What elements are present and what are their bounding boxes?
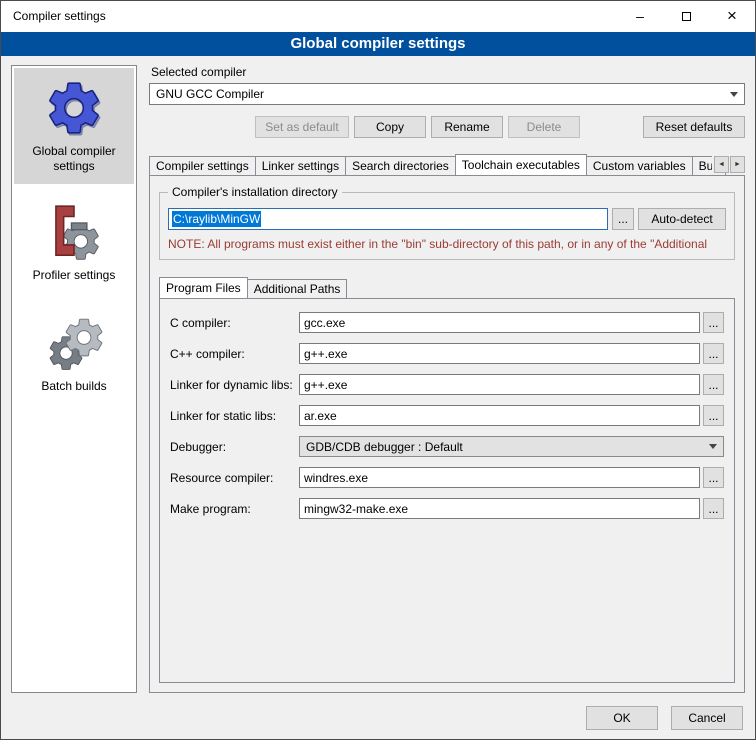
resource-compiler-browse-button[interactable]: ... — [703, 467, 724, 488]
dialog-header: Global compiler settings — [1, 32, 755, 56]
bin-subdirectory-note: NOTE: All programs must exist either in … — [168, 237, 726, 251]
tab-scroll-left-icon[interactable]: ◄ — [714, 156, 729, 173]
installation-directory-title: Compiler's installation directory — [168, 185, 342, 199]
installation-directory-groupbox: Compiler's installation directory C:\ray… — [159, 192, 735, 260]
main-content: Selected compiler GNU GCC Compiler Set a… — [149, 65, 745, 693]
tab-custom-variables[interactable]: Custom variables — [586, 156, 693, 175]
selected-compiler-label: Selected compiler — [151, 65, 745, 79]
delete-button[interactable]: Delete — [508, 116, 580, 138]
settings-category-sidebar: Global compiler settings Profiler settin… — [11, 65, 137, 693]
make-program-input[interactable] — [299, 498, 700, 519]
form-row-resource-compiler: Resource compiler: ... — [170, 467, 724, 488]
form-row-cpp-compiler: C++ compiler: ... — [170, 343, 724, 364]
tab-search-directories[interactable]: Search directories — [345, 156, 456, 175]
tab-linker-settings[interactable]: Linker settings — [255, 156, 346, 175]
maximize-button[interactable] — [663, 1, 709, 31]
form-row-make-program: Make program: ... — [170, 498, 724, 519]
selected-compiler-dropdown[interactable]: GNU GCC Compiler — [149, 83, 745, 105]
cancel-button[interactable]: Cancel — [671, 706, 743, 730]
maximize-icon — [682, 12, 691, 21]
ok-button[interactable]: OK — [586, 706, 658, 730]
installation-path-value: C:\raylib\MinGW — [172, 211, 261, 227]
linker-dynamic-browse-button[interactable]: ... — [703, 374, 724, 395]
dialog-body: Global compiler settings Profiler settin… — [1, 57, 755, 739]
c-compiler-label: C compiler: — [170, 316, 299, 330]
debugger-dropdown[interactable]: GDB/CDB debugger : Default — [299, 436, 724, 457]
gray-gears-icon — [43, 312, 105, 374]
linker-dynamic-input[interactable] — [299, 374, 700, 395]
make-program-label: Make program: — [170, 502, 299, 516]
set-as-default-button[interactable]: Set as default — [255, 116, 349, 138]
form-row-debugger: Debugger: GDB/CDB debugger : Default — [170, 436, 724, 457]
cpp-compiler-input[interactable] — [299, 343, 700, 364]
debugger-label: Debugger: — [170, 440, 299, 454]
chevron-down-icon — [725, 85, 743, 103]
linker-static-label: Linker for static libs: — [170, 409, 299, 423]
sidebar-item-label: Global compiler settings — [17, 144, 131, 174]
window-title: Compiler settings — [1, 9, 106, 23]
selected-compiler-value: GNU GCC Compiler — [156, 87, 264, 101]
installation-path-row: C:\raylib\MinGW ... Auto-detect — [168, 208, 726, 230]
program-files-panel: C compiler: ... C++ compiler: ... Linker… — [159, 298, 735, 683]
titlebar[interactable]: Compiler settings – × — [1, 1, 755, 32]
make-program-browse-button[interactable]: ... — [703, 498, 724, 519]
tab-scroll-controls: ◄ ► — [712, 156, 745, 173]
browse-path-button[interactable]: ... — [612, 208, 634, 230]
cpp-compiler-browse-button[interactable]: ... — [703, 343, 724, 364]
window-controls: – × — [617, 1, 755, 31]
minimize-icon: – — [636, 8, 644, 24]
subtab-program-files[interactable]: Program Files — [159, 277, 248, 298]
blue-gear-icon — [43, 77, 105, 139]
form-row-linker-static: Linker for static libs: ... — [170, 405, 724, 426]
reset-defaults-button[interactable]: Reset defaults — [643, 116, 745, 138]
sidebar-item-batch-builds[interactable]: Batch builds — [14, 303, 134, 404]
compiler-settings-dialog: Compiler settings – × Global compiler se… — [0, 0, 756, 740]
compiler-actions-row: Set as default Copy Rename Delete Reset … — [149, 116, 745, 138]
debugger-value: GDB/CDB debugger : Default — [306, 440, 463, 454]
sidebar-item-label: Profiler settings — [17, 268, 131, 283]
tab-compiler-settings[interactable]: Compiler settings — [149, 156, 256, 175]
chevron-down-icon — [704, 438, 722, 455]
sidebar-item-global-compiler-settings[interactable]: Global compiler settings — [14, 68, 134, 184]
subtab-additional-paths[interactable]: Additional Paths — [247, 279, 348, 298]
minimize-button[interactable]: – — [617, 1, 663, 31]
c-compiler-browse-button[interactable]: ... — [703, 312, 724, 333]
close-button[interactable]: × — [709, 1, 755, 31]
sidebar-item-profiler-settings[interactable]: Profiler settings — [14, 192, 134, 293]
profiler-tool-icon — [43, 201, 105, 263]
close-icon: × — [727, 6, 737, 26]
cpp-compiler-label: C++ compiler: — [170, 347, 299, 361]
toolchain-executables-panel: Compiler's installation directory C:\ray… — [149, 175, 745, 693]
program-files-tab-bar: Program Files Additional Paths — [159, 276, 735, 298]
resource-compiler-input[interactable] — [299, 467, 700, 488]
resource-compiler-label: Resource compiler: — [170, 471, 299, 485]
copy-button[interactable]: Copy — [354, 116, 426, 138]
auto-detect-button[interactable]: Auto-detect — [638, 208, 726, 230]
linker-static-browse-button[interactable]: ... — [703, 405, 724, 426]
dialog-footer: OK Cancel — [586, 706, 743, 730]
c-compiler-input[interactable] — [299, 312, 700, 333]
linker-static-input[interactable] — [299, 405, 700, 426]
form-row-linker-dynamic: Linker for dynamic libs: ... — [170, 374, 724, 395]
tab-scroll-right-icon[interactable]: ► — [730, 156, 745, 173]
settings-tab-bar: Compiler settings Linker settings Search… — [149, 153, 745, 175]
installation-path-input[interactable]: C:\raylib\MinGW — [168, 208, 608, 230]
rename-button[interactable]: Rename — [431, 116, 503, 138]
sidebar-item-label: Batch builds — [17, 379, 131, 394]
form-row-c-compiler: C compiler: ... — [170, 312, 724, 333]
tab-toolchain-executables[interactable]: Toolchain executables — [455, 154, 587, 175]
linker-dynamic-label: Linker for dynamic libs: — [170, 378, 299, 392]
